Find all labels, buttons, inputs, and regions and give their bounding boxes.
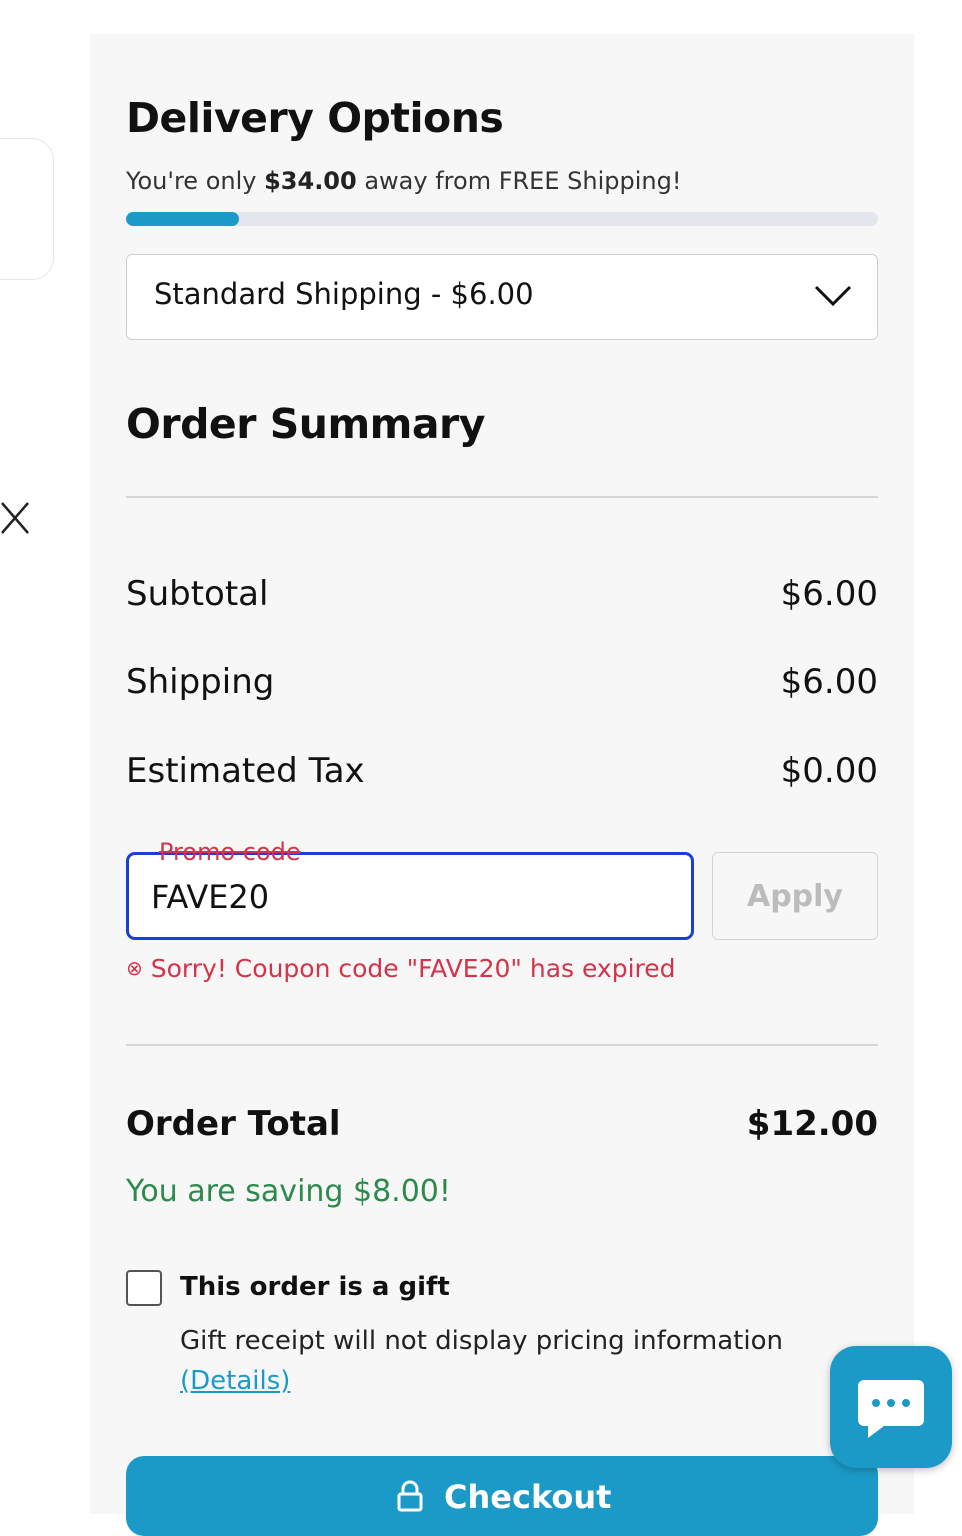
chat-button[interactable]: [830, 1346, 952, 1468]
cart-summary-panel: Delivery Options You're only $34.00 away…: [90, 34, 914, 1514]
lock-icon: [396, 1480, 424, 1520]
checkout-button[interactable]: Checkout: [126, 1456, 878, 1536]
shipping-method-select[interactable]: Standard Shipping - $6.00: [126, 254, 878, 340]
error-circle-icon: ⊗: [126, 956, 143, 980]
free-shipping-suffix: away from FREE Shipping!: [356, 167, 682, 195]
promo-code-field[interactable]: Promo code: [126, 838, 694, 940]
tax-row: Estimated Tax $0.00: [126, 751, 878, 795]
background-card: [0, 138, 54, 280]
shipping-value: $6.00: [780, 662, 878, 702]
free-shipping-prefix: You're only: [126, 167, 265, 195]
divider: [126, 1044, 878, 1046]
order-summary-title: Order Summary: [126, 400, 486, 448]
order-total-value: $12.00: [746, 1104, 878, 1144]
order-total-label: Order Total: [126, 1104, 341, 1144]
free-shipping-message: You're only $34.00 away from FREE Shippi…: [126, 167, 681, 195]
free-shipping-amount: $34.00: [264, 167, 357, 195]
shipping-method-selected: Standard Shipping - $6.00: [154, 277, 534, 311]
chat-icon: [858, 1380, 924, 1438]
savings-message: You are saving $8.00!: [126, 1174, 451, 1209]
apply-promo-button[interactable]: Apply: [712, 852, 878, 940]
promo-code-label: Promo code: [159, 838, 301, 866]
chevron-down-icon: [813, 283, 853, 309]
gift-receipt-note: Gift receipt will not display pricing in…: [180, 1326, 783, 1356]
free-shipping-progress: [126, 212, 878, 226]
subtotal-value: $6.00: [780, 574, 878, 614]
subtotal-label: Subtotal: [126, 574, 269, 614]
tax-value: $0.00: [780, 751, 878, 791]
order-total-row: Order Total $12.00: [126, 1104, 878, 1150]
shipping-label: Shipping: [126, 662, 275, 702]
tax-label: Estimated Tax: [126, 751, 365, 791]
close-icon[interactable]: [0, 500, 30, 536]
free-shipping-progress-fill: [126, 212, 239, 226]
checkout-label: Checkout: [444, 1478, 612, 1516]
gift-details-link[interactable]: (Details): [180, 1366, 290, 1396]
shipping-row: Shipping $6.00: [126, 662, 878, 706]
promo-error-message: ⊗ Sorry! Coupon code "FAVE20" has expired: [126, 954, 676, 983]
promo-error-text: Sorry! Coupon code "FAVE20" has expired: [150, 954, 676, 983]
divider: [126, 496, 878, 498]
subtotal-row: Subtotal $6.00: [126, 574, 878, 618]
delivery-options-title: Delivery Options: [126, 94, 504, 142]
gift-checkbox[interactable]: [126, 1270, 162, 1306]
promo-code-input[interactable]: [151, 875, 671, 919]
gift-checkbox-label[interactable]: This order is a gift: [180, 1272, 450, 1302]
